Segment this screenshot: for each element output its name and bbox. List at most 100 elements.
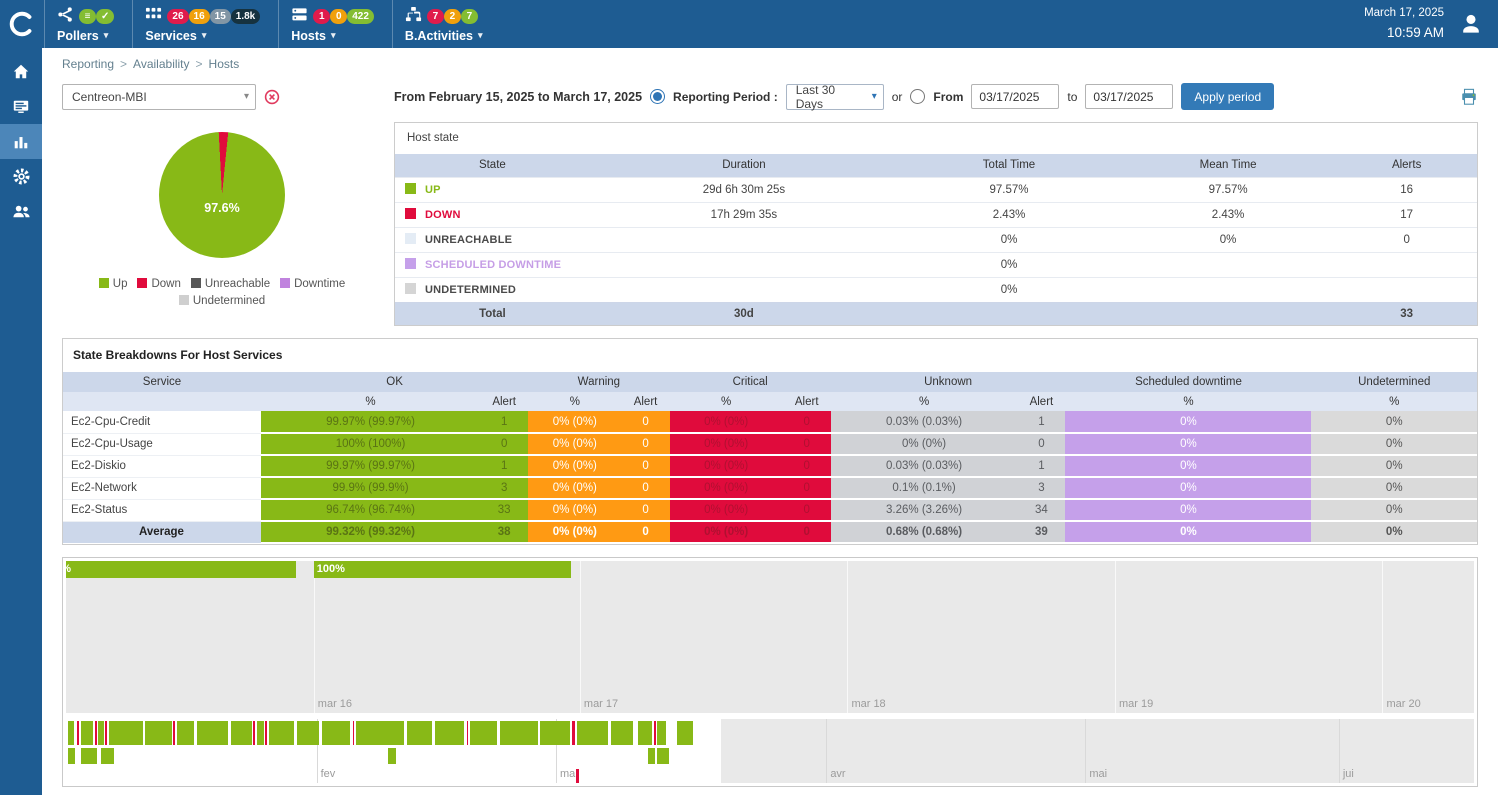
status-bar [197, 721, 228, 745]
status-bar [407, 721, 432, 745]
status-bar [657, 748, 669, 764]
apply-period-button[interactable]: Apply period [1181, 83, 1274, 110]
breakdowns-service-row: Ec2-Diskio99.97% (99.97%)10% (0%)00% (0%… [63, 455, 1477, 477]
menu-services[interactable]: 2616151.8k Services▾ [132, 0, 278, 48]
host-state-pie-chart[interactable]: 97.6% [159, 132, 285, 258]
uptime-segment: 100% [314, 561, 572, 578]
breadcrumb-hosts[interactable]: Hosts [209, 57, 240, 71]
user-profile-button[interactable] [1458, 11, 1484, 37]
menu-business-activities[interactable]: 727 B.Activities▾ [392, 0, 501, 48]
or-label: or [892, 90, 903, 104]
status-bar [231, 721, 252, 745]
col-state: State [395, 154, 590, 177]
legend-color-square [179, 295, 189, 305]
menu-pollers[interactable]: ≡✓ Pollers▾ [44, 0, 132, 48]
centreon-logo[interactable] [0, 0, 44, 48]
status-bar [648, 748, 655, 764]
gridline [1085, 719, 1086, 783]
status-bar [577, 721, 608, 745]
legend-color-square [99, 278, 109, 288]
col-warning: Warning [528, 372, 669, 392]
axis-label: mar 19 [1119, 698, 1153, 710]
legend-item: Undetermined [179, 295, 265, 307]
breakdowns-sub-header-row: % Alert % Alert % Alert % Alert % % [63, 392, 1477, 411]
menu-hosts[interactable]: 10422 Hosts▾ [278, 0, 392, 48]
status-bar [677, 721, 692, 745]
status-bar [611, 721, 634, 745]
subcol-ok-alert: Alert [480, 392, 528, 411]
sidebar-item-home[interactable] [0, 54, 42, 89]
axis-label: fev [321, 768, 336, 780]
state-color-square [405, 208, 416, 219]
gridline [826, 719, 827, 783]
pie-up-percentage: 97.6% [204, 201, 239, 215]
clear-host-selection-button[interactable] [264, 89, 280, 105]
breakdowns-group-header-row: Service OK Warning Critical Unknown Sche… [63, 372, 1477, 392]
state-label: DOWN [425, 209, 461, 221]
status-bar [173, 721, 175, 745]
sidebar-item-reporting[interactable] [0, 124, 42, 159]
sidebar-item-administration[interactable] [0, 194, 42, 229]
total-label: Total [395, 302, 590, 325]
current-time: 10:59 AM [1364, 23, 1444, 43]
timeline-overview-chart[interactable]: fevmaravrmaijui [66, 719, 1474, 783]
current-time-marker [576, 769, 579, 783]
export-report-button[interactable] [1460, 88, 1478, 106]
status-bar [105, 721, 107, 745]
from-date-input[interactable] [971, 84, 1059, 109]
pie-legend: UpDownUnreachableDowntimeUndetermined [82, 276, 362, 310]
subcol-warning-alert: Alert [622, 392, 670, 411]
status-bar [177, 721, 194, 745]
status-bar [356, 721, 404, 745]
status-bar [388, 748, 396, 764]
breadcrumb-reporting[interactable]: Reporting [62, 57, 114, 71]
sidebar-item-configuration[interactable] [0, 159, 42, 194]
axis-label: avr [830, 768, 845, 780]
to-date-input[interactable] [1085, 84, 1173, 109]
status-bar [253, 721, 255, 745]
status-bar [109, 721, 143, 745]
state-breakdowns-table: Service OK Warning Critical Unknown Sche… [63, 372, 1477, 544]
host-state-table: State Duration Total Time Mean Time Aler… [395, 154, 1477, 325]
sidebar-item-monitoring[interactable] [0, 89, 42, 124]
subcol-critical-pct: % [670, 392, 783, 411]
period-select[interactable]: Last 30 Days ▾ [786, 84, 884, 110]
gridline [1115, 561, 1116, 713]
axis-label: mar 20 [1386, 698, 1420, 710]
status-bar [638, 721, 652, 745]
status-bar [257, 721, 264, 745]
printer-icon [1460, 88, 1478, 106]
status-bar [654, 721, 656, 745]
hosts-badges: 10422 [313, 8, 374, 24]
menu-business-activities-label: B.Activities [405, 29, 473, 43]
status-bar [81, 748, 96, 764]
timeline-main-chart[interactable]: mar 16mar 17mar 18mar 19mar 20100%100% [66, 561, 1474, 713]
uptime-segment: 100% [66, 561, 296, 578]
host-state-header-row: State Duration Total Time Mean Time Aler… [395, 154, 1477, 177]
current-date: March 17, 2025 [1364, 5, 1444, 22]
breakdowns-service-row: Ec2-Cpu-Credit99.97% (99.97%)10% (0%)00%… [63, 411, 1477, 433]
breakdowns-service-row: Ec2-Status96.74% (96.74%)330% (0%)00% (0… [63, 499, 1477, 521]
breadcrumb-availability[interactable]: Availability [133, 57, 189, 71]
counter-badge: 16 [189, 9, 210, 24]
state-label: SCHEDULED DOWNTIME [425, 259, 561, 271]
axis-label: jui [1343, 768, 1354, 780]
counter-badge: 0 [330, 9, 347, 24]
reporting-period-radio[interactable] [650, 89, 665, 104]
chevron-down-icon: ▾ [202, 30, 207, 41]
legend-item: Unreachable [191, 278, 270, 290]
state-color-square [405, 283, 416, 294]
custom-period-radio[interactable] [910, 89, 925, 104]
chevron-down-icon: ▾ [331, 30, 336, 41]
clock: March 17, 2025 10:59 AM [1364, 5, 1444, 43]
col-critical: Critical [670, 372, 831, 392]
status-bar [657, 721, 665, 745]
host-select[interactable]: Centreon-MBI ▾ [62, 84, 256, 110]
top-menus: ≡✓ Pollers▾ 2616151.8k Services▾ 10422 H… [44, 0, 501, 48]
chevron-down-icon: ▾ [104, 30, 109, 41]
axis-label: mar 17 [584, 698, 618, 710]
gear-icon [12, 167, 31, 186]
host-state-row: UNDETERMINED0% [395, 277, 1477, 302]
user-icon [1458, 11, 1484, 37]
services-icon [145, 6, 162, 26]
